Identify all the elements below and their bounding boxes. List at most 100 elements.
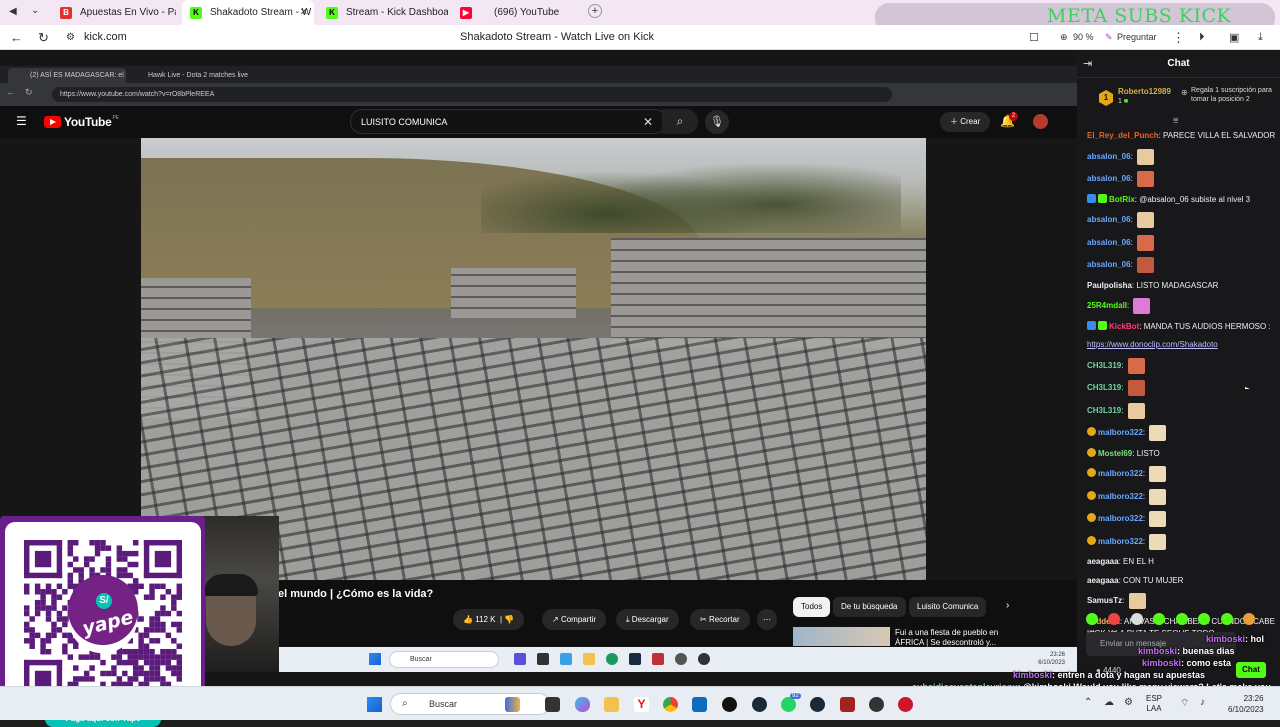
download-icon[interactable]: ⤓: [1258, 31, 1263, 44]
taskbar-clock[interactable]: 23:26 6/10/2023: [1228, 693, 1264, 715]
chat-text: PARECE VILLA EL SALVADOR: [1163, 131, 1276, 140]
chat-username[interactable]: CH3L319: [1087, 406, 1121, 415]
bookmark-icon[interactable]: ☐: [1029, 31, 1039, 44]
chat-emote-icon: [1137, 171, 1155, 187]
chat-link[interactable]: https://www.donoclip.com/Shakadoto: [1087, 340, 1218, 349]
site-info-icon[interactable]: ⚙: [66, 32, 75, 43]
tab-shakadoto-stream[interactable]: K Shakadoto Stream - W ✕: [182, 0, 314, 25]
chat-emote-icon: [1149, 533, 1167, 550]
dota-icon[interactable]: [840, 697, 855, 712]
chat-message: absalon_06:: [1087, 171, 1277, 187]
taskbar-search[interactable]: Buscar: [390, 693, 550, 715]
chat-username[interactable]: absalon_06: [1087, 174, 1131, 183]
emote-icon[interactable]: [1243, 613, 1256, 625]
reload-icon[interactable]: ↻: [38, 30, 49, 46]
chat-username[interactable]: malboro322: [1098, 469, 1143, 478]
widgets-icon[interactable]: [505, 697, 520, 712]
volume-icon[interactable]: ♪: [1200, 697, 1205, 708]
chat-message: aeagaaa: EN EL H: [1087, 557, 1154, 566]
copilot-icon[interactable]: [575, 697, 590, 712]
emote-icon[interactable]: [1198, 613, 1211, 625]
chat-username[interactable]: malboro322: [1098, 428, 1143, 437]
new-tab-button[interactable]: +: [588, 4, 602, 18]
tab-label: Apuestas En Vivo - Partidos: [80, 7, 176, 18]
emote-icon[interactable]: [1220, 613, 1233, 625]
opera-icon[interactable]: [898, 697, 913, 712]
inner-app-icon: [652, 653, 664, 665]
tray-chevron-icon[interactable]: ⌃: [1084, 697, 1092, 708]
file-explorer-icon[interactable]: [604, 697, 619, 712]
sub-badge-icon: [1087, 427, 1096, 437]
chat-username[interactable]: absalon_06: [1087, 152, 1131, 161]
chat-message: CH3L319:: [1087, 402, 1277, 419]
chat-username[interactable]: malboro322: [1098, 537, 1143, 546]
emote-icon[interactable]: [1108, 613, 1121, 625]
overlay-username: kimboski: [1142, 658, 1182, 668]
gift-sub-note[interactable]: Regala 1 suscripción para tomar la posic…: [1191, 86, 1279, 104]
emote-icon[interactable]: [1086, 613, 1098, 625]
chat-username[interactable]: absalon_06: [1087, 215, 1131, 224]
close-tab-icon[interactable]: ✕: [300, 7, 308, 18]
settings-icon[interactable]: ⚙: [1124, 697, 1133, 708]
whatsapp-icon[interactable]: [781, 697, 796, 712]
language-indicator[interactable]: ESP LAA: [1146, 694, 1162, 714]
overlay-username: kimboski: [1013, 670, 1053, 680]
extensions-icon[interactable]: ▣: [1229, 31, 1239, 44]
chat-username[interactable]: absalon_06: [1087, 260, 1131, 269]
chat-message: absalon_06:: [1087, 234, 1277, 251]
back-arrow-icon[interactable]: ←: [10, 30, 23, 45]
tiktok-icon[interactable]: [722, 697, 737, 712]
zoom-level[interactable]: 90 %: [1073, 32, 1094, 42]
expand-leaderboard-icon[interactable]: ⩸: [1173, 115, 1178, 126]
chat-emote-icon: [1149, 488, 1167, 505]
chat-username[interactable]: SamusTz: [1087, 596, 1122, 605]
chat-username[interactable]: absalon_06: [1087, 238, 1131, 247]
chat-send-button[interactable]: Chat: [1236, 662, 1266, 678]
chat-username[interactable]: aeagaaa: [1087, 557, 1119, 566]
yt-search-icon: ⌕: [662, 109, 698, 134]
windows-start-icon[interactable]: [367, 697, 382, 712]
yt-menu-icon: ☰: [16, 114, 27, 128]
user-badge-icon: [1087, 320, 1096, 330]
tab-youtube[interactable]: ▶ (696) YouTube: [452, 0, 582, 25]
tab-apuestas[interactable]: B Apuestas En Vivo - Partidos: [52, 0, 176, 25]
chat-username[interactable]: 25R4mdall: [1087, 301, 1127, 310]
browser-tab-strip: ◀ ⌄ B Apuestas En Vivo - Partidos K Shak…: [0, 0, 1280, 49]
tab-kick-dashboard[interactable]: K Stream - Kick Dashboard: [318, 0, 448, 25]
inner-app-icon: [698, 653, 710, 665]
chrome-icon[interactable]: [663, 697, 678, 712]
cloud-icon[interactable]: ☁: [1104, 697, 1114, 708]
outlook-icon[interactable]: [692, 697, 707, 712]
user-badge-icon: [1087, 193, 1096, 203]
chat-username[interactable]: CH3L319: [1087, 361, 1121, 370]
speaker-icon[interactable]: ◀: [9, 6, 17, 17]
yandex-icon[interactable]: Y: [634, 697, 649, 712]
steam-icon[interactable]: [810, 697, 825, 712]
task-view-icon[interactable]: [545, 697, 560, 712]
chat-username[interactable]: BotRix: [1109, 195, 1135, 204]
inner-browser-tabs: (2) ASÍ ES MADAGASCAR: el Hawk Live - Do…: [0, 66, 1077, 83]
wifi-icon[interactable]: ⌔: [1180, 697, 1189, 710]
chat-username[interactable]: aeagaaa: [1087, 576, 1119, 585]
chat-username[interactable]: malboro322: [1098, 514, 1143, 523]
top-gifter-name[interactable]: Roberto12989: [1118, 87, 1171, 96]
chat-username[interactable]: CH3L319: [1087, 383, 1121, 392]
steam-icon[interactable]: [752, 697, 767, 712]
chat-username[interactable]: Mostel69: [1098, 449, 1132, 458]
chat-username[interactable]: El_Rey_del_Punch: [1087, 131, 1159, 140]
tab-search-chevron-icon[interactable]: ⌄: [31, 5, 39, 16]
chat-username[interactable]: KickBot: [1109, 322, 1139, 331]
emote-icon[interactable]: [1153, 613, 1166, 625]
chat-emote-icon: [1149, 466, 1167, 482]
overlay-text: entren a dota y hagan su apuestas: [1057, 670, 1206, 680]
obs-icon[interactable]: [869, 697, 884, 712]
url-field[interactable]: kick.com: [84, 31, 127, 43]
more-options-icon[interactable]: ⋮: [1172, 30, 1185, 46]
chat-username[interactable]: Paulpolisha: [1087, 281, 1132, 290]
emote-icon[interactable]: [1130, 613, 1143, 625]
ask-button[interactable]: Preguntar: [1117, 32, 1157, 42]
chat-username[interactable]: malboro322: [1098, 492, 1143, 501]
emote-icon[interactable]: [1175, 613, 1188, 625]
chat-text: LISTO MADAGASCAR: [1136, 280, 1219, 290]
media-control-icon[interactable]: ⏵: [1199, 31, 1205, 44]
